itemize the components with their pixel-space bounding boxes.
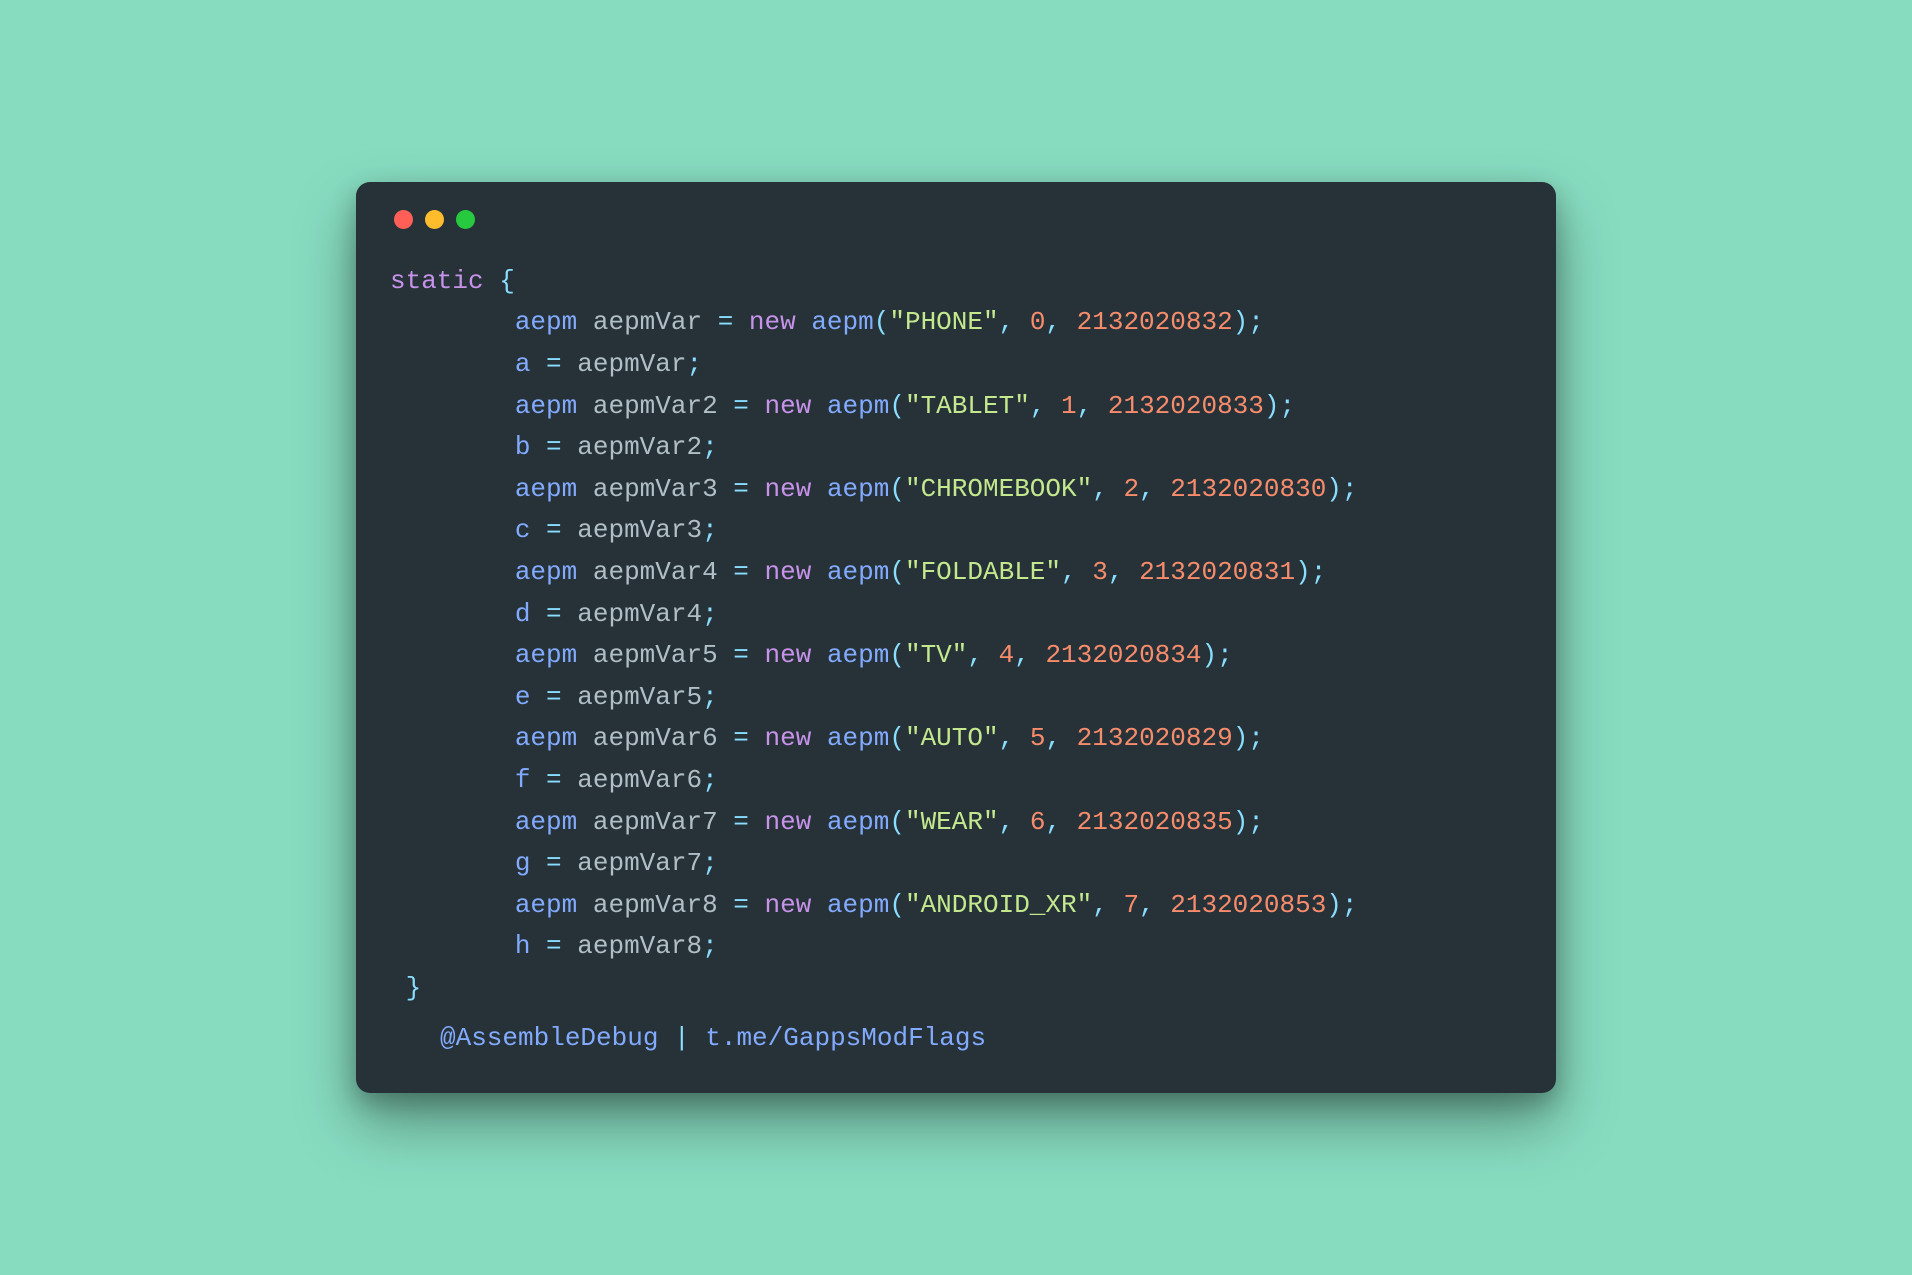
zoom-icon[interactable] [456,210,475,229]
close-icon[interactable] [394,210,413,229]
code-window: static { aepm aepmVar = new aepm("PHONE"… [356,182,1556,1093]
code-block: static { aepm aepmVar = new aepm("PHONE"… [390,261,1522,1010]
minimize-icon[interactable] [425,210,444,229]
credit-link: t.me/GappsModFlags [705,1023,986,1053]
keyword-static: static [390,266,484,296]
credit-line: @AssembleDebug | t.me/GappsModFlags [390,1018,1522,1060]
credit-handle: @AssembleDebug [440,1023,658,1053]
credit-separator: | [658,1023,705,1053]
window-controls [394,210,1522,229]
